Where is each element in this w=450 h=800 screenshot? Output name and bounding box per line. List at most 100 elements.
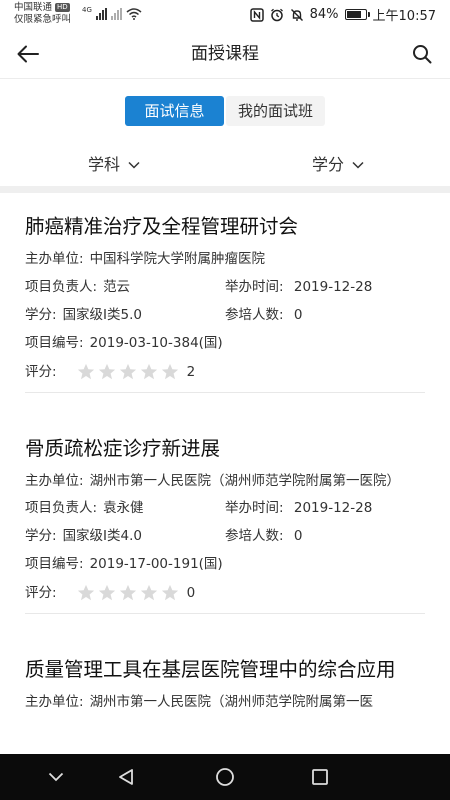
attendees-value: 0 (293, 307, 303, 323)
leader-date-row: 项目负责人: 袁永健 举办时间: 2019-12-28 (25, 500, 425, 517)
course-card[interactable]: 质量管理工具在基层医院管理中的综合应用 主办单位: 湖州市第一人民医院（湖州师范… (25, 636, 425, 711)
signal-icon-2 (110, 8, 122, 20)
nfc-icon (249, 7, 264, 22)
star-icon (119, 363, 136, 380)
course-title: 肺癌精准治疗及全程管理研讨会 (25, 215, 299, 238)
square-recents-icon (312, 769, 328, 785)
battery-fill (346, 11, 361, 18)
star-icon (161, 363, 178, 380)
leader-label: 项目负责人: (25, 500, 98, 516)
rating-row: 评分: 2 (25, 363, 425, 381)
rating-stars (77, 584, 179, 602)
credit-filter[interactable]: 学分 (312, 148, 364, 182)
tab-interview-info[interactable]: 面试信息 (125, 96, 224, 126)
credit-attendee-row: 学分: 国家级I类5.0 参培人数: 0 (25, 307, 425, 324)
subject-filter-label: 学科 (88, 155, 121, 174)
rating-row: 评分: 0 (25, 584, 425, 602)
star-icon (98, 363, 115, 380)
code-label: 项目编号: (25, 335, 84, 351)
hd-badge: HD (55, 3, 70, 12)
search-button[interactable] (408, 40, 436, 68)
signal-icon (95, 8, 107, 20)
hide-nav-button[interactable] (36, 754, 76, 800)
date-label: 举办时间: (225, 279, 284, 295)
chevron-down-icon (48, 772, 64, 782)
course-card[interactable]: 肺癌精准治疗及全程管理研讨会 主办单位: 中国科学院大学附属肿瘤医院 项目负责人… (25, 193, 425, 393)
star-icon (140, 363, 157, 380)
organizer-row: 主办单位: 湖州市第一人民医院（湖州师范学院附属第一医 (25, 694, 425, 711)
leader-date-row: 项目负责人: 范云 举办时间: 2019-12-28 (25, 279, 425, 296)
attendees-value: 0 (293, 528, 303, 544)
chevron-down-icon (352, 161, 364, 169)
attendees-label: 参培人数: (225, 307, 284, 323)
divider-band (0, 186, 450, 193)
code-value: 2019-17-00-191(国) (89, 556, 223, 572)
star-icon (98, 584, 115, 601)
credit-label: 学分: (25, 307, 57, 323)
star-icon (161, 584, 178, 601)
course-title: 骨质疏松症诊疗新进展 (25, 437, 221, 460)
star-icon (77, 363, 94, 380)
battery-percent: 84% (309, 7, 339, 22)
organizer-value: 湖州市第一人民医院（湖州师范学院附属第一医院） (89, 473, 401, 489)
attendees-label: 参培人数: (225, 528, 284, 544)
leader-value: 范云 (103, 279, 131, 295)
carrier-name: 中国联通 (14, 2, 53, 13)
date-value: 2019-12-28 (293, 279, 373, 295)
organizer-label: 主办单位: (25, 473, 84, 489)
leader-label: 项目负责人: (25, 279, 98, 295)
organizer-row: 主办单位: 中国科学院大学附属肿瘤医院 (25, 251, 425, 268)
organizer-label: 主办单位: (25, 251, 84, 267)
status-bar: 中国联通 HD 仅限紧急呼叫 4G 84% 上午10:57 (0, 0, 450, 30)
recent-apps-button[interactable] (300, 754, 340, 800)
alarm-icon (270, 8, 283, 21)
course-card[interactable]: 骨质疏松症诊疗新进展 主办单位: 湖州市第一人民医院（湖州师范学院附属第一医院）… (25, 415, 425, 614)
leader-value: 袁永健 (103, 500, 144, 516)
signal-group: 4G (82, 6, 142, 20)
system-navigation-bar (0, 754, 450, 800)
rating-label: 评分: (25, 584, 57, 601)
code-label: 项目编号: (25, 556, 84, 572)
mute-bell-icon (290, 8, 303, 21)
wifi-icon (126, 8, 142, 20)
credit-attendee-row: 学分: 国家级I类4.0 参培人数: 0 (25, 528, 425, 545)
emergency-text: 仅限紧急呼叫 (14, 14, 72, 25)
date-label: 举办时间: (225, 500, 284, 516)
star-icon (119, 584, 136, 601)
carrier-info: 中国联通 HD 仅限紧急呼叫 (14, 2, 71, 26)
course-list: 肺癌精准治疗及全程管理研讨会 主办单位: 中国科学院大学附属肿瘤医院 项目负责人… (0, 193, 450, 722)
circle-home-icon (216, 768, 234, 786)
credit-value: 国家级I类5.0 (62, 307, 143, 323)
credit-label: 学分: (25, 528, 57, 544)
clock: 上午10:57 (372, 9, 436, 24)
credit-value: 国家级I类4.0 (62, 528, 143, 544)
rating-count: 0 (186, 584, 196, 601)
code-row: 项目编号: 2019-03-10-384(国) (25, 335, 425, 352)
network-type: 4G (82, 6, 92, 14)
course-title: 质量管理工具在基层医院管理中的综合应用 (25, 658, 396, 681)
star-icon (77, 584, 94, 601)
date-value: 2019-12-28 (293, 500, 373, 516)
star-icon (140, 584, 157, 601)
rating-stars (77, 363, 179, 381)
screen: 中国联通 HD 仅限紧急呼叫 4G 84% 上午10:57 面授课程 面试信息 … (0, 0, 450, 800)
tab-my-class[interactable]: 我的面试班 (226, 96, 325, 126)
battery-icon (344, 9, 370, 20)
subject-filter[interactable]: 学科 (88, 148, 140, 182)
page-title: 面授课程 (191, 44, 259, 64)
triangle-back-icon (119, 769, 133, 785)
search-icon (413, 45, 432, 64)
nav-bar: 面授课程 (0, 30, 450, 79)
filter-row: 学科 学分 (0, 148, 450, 182)
rating-label: 评分: (25, 363, 57, 380)
organizer-value: 湖州市第一人民医院（湖州师范学院附属第一医 (89, 694, 374, 710)
organizer-row: 主办单位: 湖州市第一人民医院（湖州师范学院附属第一医院） (25, 473, 425, 489)
code-row: 项目编号: 2019-17-00-191(国) (25, 556, 425, 573)
chevron-down-icon (128, 161, 140, 169)
home-nav-button[interactable] (205, 754, 245, 800)
organizer-value: 中国科学院大学附属肿瘤医院 (89, 251, 266, 267)
code-value: 2019-03-10-384(国) (89, 335, 223, 351)
organizer-label: 主办单位: (25, 694, 84, 710)
credit-filter-label: 学分 (312, 155, 345, 174)
back-nav-button[interactable] (106, 754, 146, 800)
